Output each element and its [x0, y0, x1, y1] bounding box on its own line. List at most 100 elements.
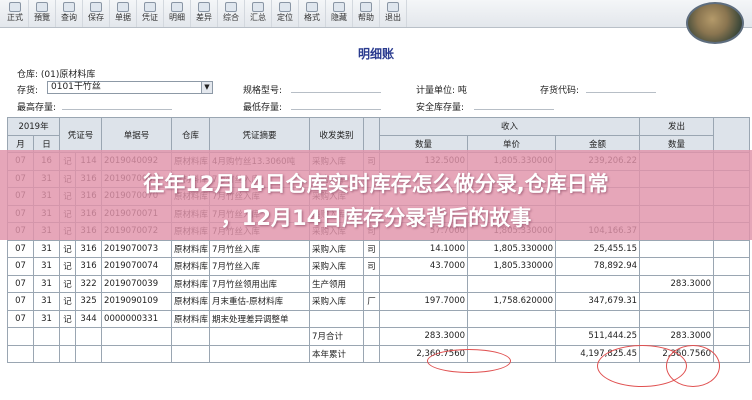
- toolbar-button-3[interactable]: 保存: [83, 0, 110, 27]
- spec-field: [291, 81, 381, 93]
- toolbar-button-label: 凭证: [142, 13, 158, 22]
- toolbar-button-label: 单据: [115, 13, 131, 22]
- safety-stock-label: 安全库存量:: [416, 103, 465, 113]
- toolbar-button-7[interactable]: 差异: [191, 0, 218, 27]
- search-icon: [63, 2, 75, 12]
- save-icon: [90, 2, 102, 12]
- toolbar-button-2[interactable]: 查询: [56, 0, 83, 27]
- annotation-ring: [666, 345, 720, 387]
- cell-vt: [59, 344, 77, 363]
- cell-sum: 7月竹丝入库: [209, 257, 311, 276]
- cell-cat: 本年累计: [309, 344, 365, 363]
- cell-sum: [209, 327, 311, 346]
- table-row[interactable]: 07 31 记 316 2019070073 原材料库 7月竹丝入库 采购入库司 14.1000…: [7, 239, 751, 258]
- toolbar-button-label: 查询: [61, 13, 77, 22]
- cell-doc: 2019070073: [101, 239, 173, 258]
- toolbar-button-1[interactable]: 預覽: [29, 0, 56, 27]
- cell-qty2: 283.3000: [639, 274, 715, 293]
- table-row[interactable]: 07 31 记 316 2019070074 原材料库 7月竹丝入库 采购入库司 43.7000…: [7, 257, 751, 276]
- cell-vn: [75, 344, 103, 363]
- max-stock-label: 最高存量:: [17, 103, 57, 113]
- summary-header: 凭证摘要: [209, 117, 311, 153]
- hide-icon: [333, 2, 345, 12]
- toolbar-button-label: 定位: [277, 13, 293, 22]
- min-stock-field: [291, 98, 381, 110]
- cell-vn: 316: [75, 257, 103, 276]
- cell-empty: [713, 239, 751, 258]
- stock-select[interactable]: 0101干竹丝 ▼: [47, 81, 213, 94]
- toolbar-button-12[interactable]: 隐藏: [326, 0, 353, 27]
- table-row[interactable]: 7月合计 283.3000 511,444.25 283.3000: [7, 327, 751, 346]
- table-row[interactable]: 07 31 记 325 2019090109 原材料库 月末重估-原材料库 采购入库厂 197.…: [7, 292, 751, 311]
- cell-m: [7, 344, 34, 363]
- cell-amt: 25,455.15: [555, 239, 641, 258]
- toolbar-button-4[interactable]: 单据: [110, 0, 137, 27]
- cell-price: 1,758.620000: [467, 292, 557, 311]
- toolbar-button-9[interactable]: 汇总: [245, 0, 272, 27]
- year-header: 2019年: [6, 117, 61, 136]
- cell-d: 31: [32, 292, 61, 311]
- toolbar-button-11[interactable]: 格式: [299, 0, 326, 27]
- toolbar-button-6[interactable]: 明细: [164, 0, 191, 27]
- table-row[interactable]: 07 31 记 322 2019070039 原材料库 7月竹丝领用出库 生产领用 283.30…: [7, 274, 751, 293]
- table-row[interactable]: 07 31 记 344 0000000331 原材料库 期末处理差异调整单: [7, 309, 751, 328]
- toolbar-button-13[interactable]: 帮助: [353, 0, 380, 27]
- chevron-down-icon[interactable]: ▼: [201, 82, 212, 93]
- cell-qty: 283.3000: [379, 327, 469, 346]
- cell-m: 07: [7, 309, 34, 328]
- cell-d: 31: [32, 274, 61, 293]
- cell-vt: 记: [59, 309, 77, 328]
- cell-doc: 2019070039: [101, 274, 173, 293]
- cell-empty: [713, 309, 751, 328]
- cell-vn: 316: [75, 239, 103, 258]
- cell-x: 司: [363, 257, 381, 276]
- cell-d: 31: [32, 239, 61, 258]
- cell-m: 07: [7, 257, 34, 276]
- cell-price: [467, 327, 557, 346]
- cell-vn: 344: [75, 309, 103, 328]
- toolbar-button-14[interactable]: 退出: [380, 0, 407, 27]
- cell-x: 厂: [363, 292, 381, 311]
- cell-doc: [101, 344, 173, 363]
- cell-doc: 2019090109: [101, 292, 173, 311]
- cell-sum: 7月竹丝领用出库: [209, 274, 311, 293]
- headline-banner: 往年12月14日仓库实时库存怎么做分录,仓库日常 ，12月14日库存分录背后的故…: [0, 150, 752, 240]
- toolbar-button-0[interactable]: 正式: [2, 0, 29, 27]
- cell-x: [363, 327, 381, 346]
- cell-qty2: [639, 292, 715, 311]
- cell-doc: 2019070074: [101, 257, 173, 276]
- cell-empty: [713, 257, 751, 276]
- cell-qty2: [639, 239, 715, 258]
- cell-amt: 347,679.31: [555, 292, 641, 311]
- extra-header: [363, 117, 381, 153]
- voucher-icon: [144, 2, 156, 12]
- cell-qty: [379, 309, 469, 328]
- headline-line-1: 往年12月14日仓库实时库存怎么做分录,仓库日常: [143, 172, 609, 196]
- cell-vt: 记: [59, 274, 77, 293]
- avatar: [686, 2, 744, 44]
- cell-m: 07: [7, 239, 34, 258]
- cell-empty: [713, 274, 751, 293]
- cell-d: [32, 327, 61, 346]
- toolbar: 正式 預覽 查询 保存 单据 凭证 明细 差异 综合 汇总 定位 格式 隐藏 帮助 退出: [0, 0, 752, 28]
- cell-m: [7, 327, 34, 346]
- cell-empty: [713, 292, 751, 311]
- locate-icon: [279, 2, 291, 12]
- toolbar-button-label: 格式: [304, 13, 320, 22]
- toolbar-button-5[interactable]: 凭证: [137, 0, 164, 27]
- exit-icon: [387, 2, 399, 12]
- toolbar-button-label: 保存: [88, 13, 104, 22]
- cell-doc: 0000000331: [101, 309, 173, 328]
- cell-vn: [75, 327, 103, 346]
- unit-label: 计量单位: 吨: [416, 86, 467, 96]
- cell-cat: 7月合计: [309, 327, 365, 346]
- toolbar-button-label: 综合: [223, 13, 239, 22]
- toolbar-button-label: 隐藏: [331, 13, 347, 22]
- toolbar-button-8[interactable]: 综合: [218, 0, 245, 27]
- cell-qty: 43.7000: [379, 257, 469, 276]
- toolbar-button-10[interactable]: 定位: [272, 0, 299, 27]
- cell-qty: 14.1000: [379, 239, 469, 258]
- toolbar-button-label: 正式: [7, 13, 23, 22]
- cell-d: 31: [32, 309, 61, 328]
- preview-icon: [36, 2, 48, 12]
